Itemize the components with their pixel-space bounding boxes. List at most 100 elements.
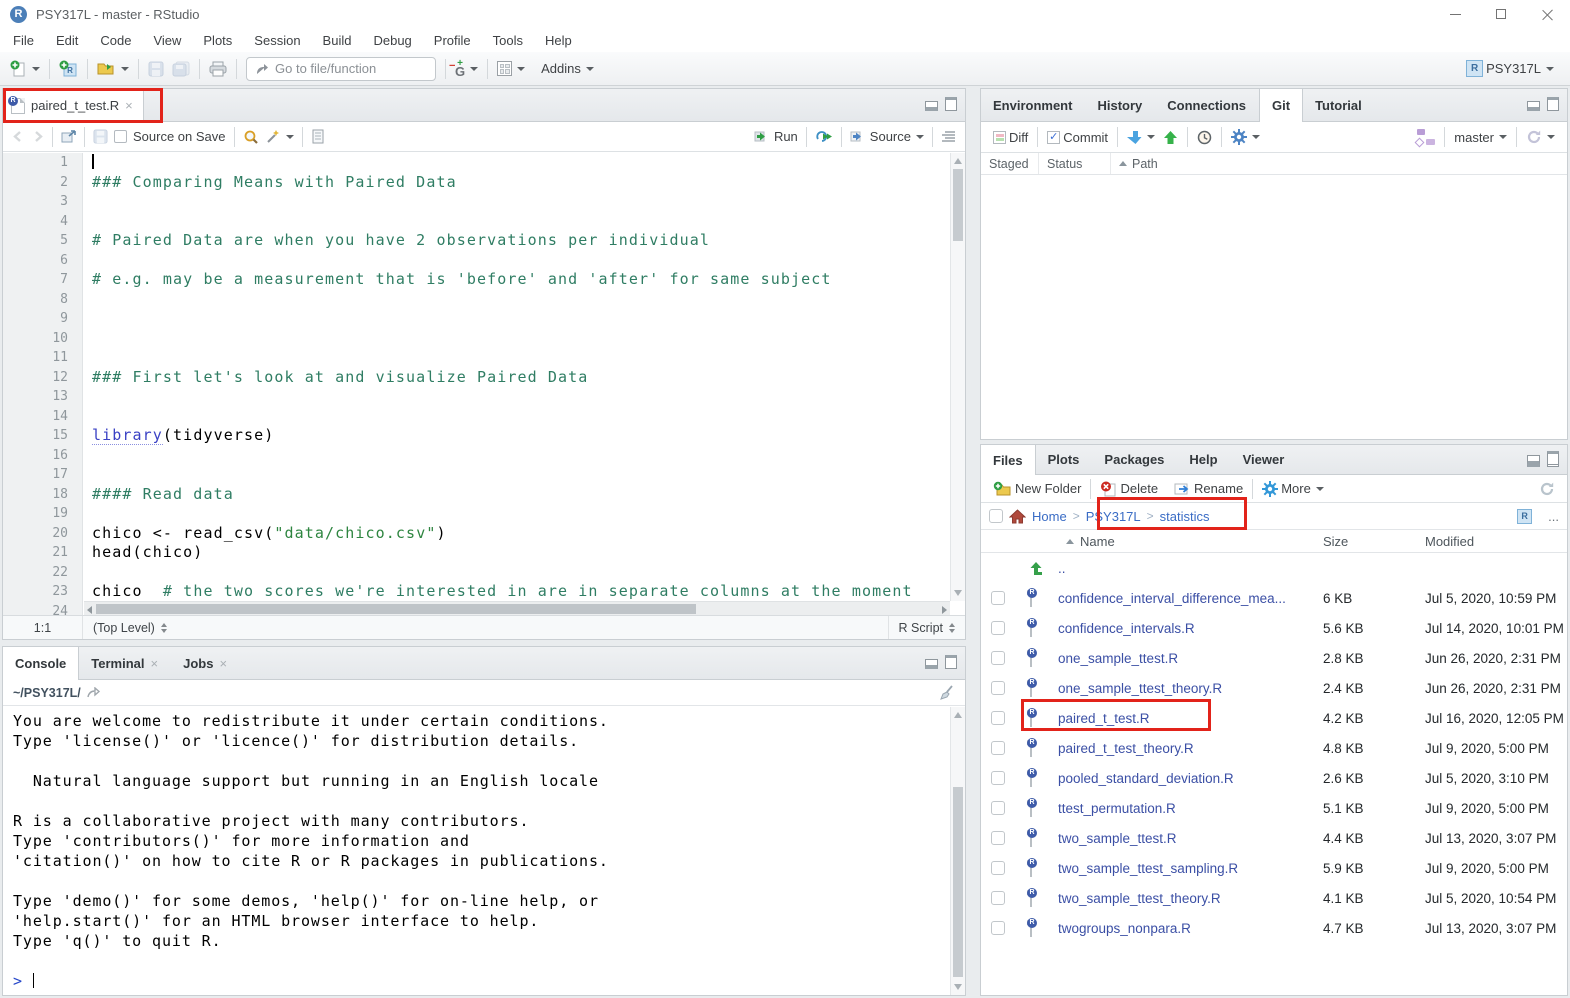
document-outline-button[interactable] bbox=[938, 128, 959, 145]
code-tools-dropdown[interactable] bbox=[286, 135, 294, 139]
file-row[interactable]: Rone_sample_ttest.R2.8 KBJun 26, 2020, 2… bbox=[981, 643, 1567, 673]
file-checkbox[interactable] bbox=[991, 861, 1005, 875]
column-name[interactable]: Name bbox=[1066, 534, 1115, 549]
file-row[interactable]: Rpooled_standard_deviation.R2.6 KBJul 5,… bbox=[981, 763, 1567, 793]
column-staged[interactable]: Staged bbox=[981, 153, 1039, 174]
close-window-button[interactable] bbox=[1524, 0, 1570, 28]
code-tools-button[interactable] bbox=[262, 127, 297, 147]
maximize-panel-icon[interactable] bbox=[945, 655, 957, 669]
file-checkbox[interactable] bbox=[991, 591, 1005, 605]
open-file-dropdown[interactable] bbox=[121, 67, 129, 71]
files-refresh-button[interactable] bbox=[1535, 478, 1559, 500]
scroll-left-arrow[interactable] bbox=[87, 606, 92, 614]
file-checkbox[interactable] bbox=[991, 621, 1005, 635]
console-prompt[interactable]: > bbox=[13, 971, 950, 991]
code-editor[interactable]: 123456789101112131415161718192021222324 … bbox=[3, 153, 965, 615]
tab-console[interactable]: Console bbox=[3, 647, 79, 680]
tab-git[interactable]: Git bbox=[1259, 89, 1303, 122]
tab-connections[interactable]: Connections bbox=[1155, 89, 1259, 121]
scroll-up-arrow[interactable] bbox=[954, 712, 962, 718]
file-name-link[interactable]: paired_t_test_theory.R bbox=[1058, 741, 1194, 756]
close-tab-icon[interactable]: × bbox=[151, 656, 159, 671]
column-size[interactable]: Size bbox=[1323, 534, 1348, 549]
menu-help[interactable]: Help bbox=[534, 30, 583, 51]
file-row[interactable]: Rttest_permutation.R5.1 KBJul 9, 2020, 5… bbox=[981, 793, 1567, 823]
save-button[interactable] bbox=[144, 58, 168, 80]
tab-packages[interactable]: Packages bbox=[1092, 445, 1177, 474]
git-refresh-button[interactable] bbox=[1522, 126, 1559, 148]
minimize-panel-icon[interactable] bbox=[1527, 455, 1540, 465]
scroll-up-arrow[interactable] bbox=[954, 158, 962, 164]
goto-file-function-box[interactable] bbox=[246, 57, 436, 81]
file-row[interactable]: Rconfidence_interval_difference_mea...6 … bbox=[981, 583, 1567, 613]
select-all-checkbox[interactable] bbox=[989, 509, 1003, 523]
pull-dropdown[interactable] bbox=[1147, 135, 1155, 139]
file-checkbox[interactable] bbox=[991, 891, 1005, 905]
file-checkbox[interactable] bbox=[991, 801, 1005, 815]
file-row[interactable]: Rone_sample_ttest_theory.R2.4 KBJun 26, … bbox=[981, 673, 1567, 703]
tab-paired-t-test[interactable]: R paired_t_test.R × bbox=[3, 89, 144, 122]
file-row[interactable]: Rpaired_t_test.R4.2 KBJul 16, 2020, 12:0… bbox=[981, 703, 1567, 733]
tab-jobs[interactable]: Jobs× bbox=[171, 647, 240, 679]
console-vertical-scrollbar[interactable] bbox=[950, 707, 965, 995]
menu-file[interactable]: File bbox=[2, 30, 45, 51]
forward-button[interactable] bbox=[28, 128, 47, 145]
menu-code[interactable]: Code bbox=[89, 30, 142, 51]
source-on-save-checkbox[interactable]: Source on Save bbox=[111, 127, 229, 146]
scrollbar-thumb[interactable] bbox=[96, 604, 696, 614]
close-tab-icon[interactable]: × bbox=[125, 98, 133, 113]
goto-file-function-input[interactable] bbox=[275, 61, 415, 76]
scrollbar-thumb[interactable] bbox=[953, 787, 963, 977]
file-name-link[interactable]: ttest_permutation.R bbox=[1058, 801, 1176, 816]
history-button[interactable] bbox=[1193, 127, 1216, 148]
git-more-dropdown[interactable] bbox=[1252, 135, 1260, 139]
scroll-down-arrow[interactable] bbox=[954, 590, 962, 596]
delete-button[interactable]: Delete bbox=[1096, 478, 1162, 500]
view-branches-button[interactable] bbox=[1411, 126, 1439, 148]
breadcrumb-home[interactable]: Home bbox=[1032, 509, 1067, 524]
scrollbar-thumb[interactable] bbox=[953, 169, 963, 241]
file-row[interactable]: Rconfidence_intervals.R5.6 KBJul 14, 202… bbox=[981, 613, 1567, 643]
parent-directory-row[interactable]: .. bbox=[981, 553, 1567, 583]
commit-button[interactable]: ✓ Commit bbox=[1043, 127, 1112, 148]
menu-debug[interactable]: Debug bbox=[362, 30, 422, 51]
editor-vertical-scrollbar[interactable] bbox=[950, 153, 965, 601]
popout-button[interactable] bbox=[58, 128, 79, 145]
pull-button[interactable] bbox=[1123, 127, 1159, 148]
git-commands-button[interactable]: +−G bbox=[451, 57, 482, 80]
menu-profile[interactable]: Profile bbox=[423, 30, 482, 51]
breadcrumb-psy317l[interactable]: PSY317L bbox=[1086, 509, 1141, 524]
tab-viewer[interactable]: Viewer bbox=[1231, 445, 1298, 474]
column-modified[interactable]: Modified bbox=[1425, 534, 1474, 549]
editor-horizontal-scrollbar[interactable] bbox=[84, 601, 950, 615]
file-row[interactable]: Rpaired_t_test_theory.R4.8 KBJul 9, 2020… bbox=[981, 733, 1567, 763]
tab-history[interactable]: History bbox=[1085, 89, 1155, 121]
compile-report-button[interactable] bbox=[308, 127, 328, 146]
menu-session[interactable]: Session bbox=[243, 30, 311, 51]
menu-build[interactable]: Build bbox=[312, 30, 363, 51]
file-checkbox[interactable] bbox=[991, 771, 1005, 785]
file-name-link[interactable]: one_sample_ttest_theory.R bbox=[1058, 681, 1222, 696]
maximize-panel-icon[interactable] bbox=[945, 97, 957, 111]
file-name-link[interactable]: paired_t_test.R bbox=[1058, 711, 1150, 726]
column-path[interactable]: Path bbox=[1111, 153, 1567, 174]
file-name-link[interactable]: two_sample_ttest.R bbox=[1058, 831, 1177, 846]
scroll-right-arrow[interactable] bbox=[942, 606, 947, 614]
file-checkbox[interactable] bbox=[991, 741, 1005, 755]
tab-terminal[interactable]: Terminal× bbox=[79, 647, 171, 679]
print-button[interactable] bbox=[205, 58, 231, 80]
project-menu-button[interactable]: R PSY317L bbox=[1462, 57, 1558, 80]
file-name-link[interactable]: confidence_intervals.R bbox=[1058, 621, 1195, 636]
minimize-window-button[interactable] bbox=[1432, 0, 1478, 28]
goto-directory-icon[interactable] bbox=[87, 687, 101, 698]
save-doc-button[interactable] bbox=[90, 127, 111, 146]
menu-plots[interactable]: Plots bbox=[192, 30, 243, 51]
maximize-panel-icon[interactable] bbox=[1547, 451, 1559, 465]
addins-button[interactable]: Addins bbox=[537, 58, 598, 79]
source-button[interactable]: Source bbox=[847, 127, 927, 146]
minimize-panel-icon[interactable] bbox=[925, 101, 938, 111]
menu-edit[interactable]: Edit bbox=[45, 30, 89, 51]
back-button[interactable] bbox=[9, 128, 28, 145]
file-name-link[interactable]: twogroups_nonpara.R bbox=[1058, 921, 1191, 936]
minimize-panel-icon[interactable] bbox=[925, 659, 938, 669]
